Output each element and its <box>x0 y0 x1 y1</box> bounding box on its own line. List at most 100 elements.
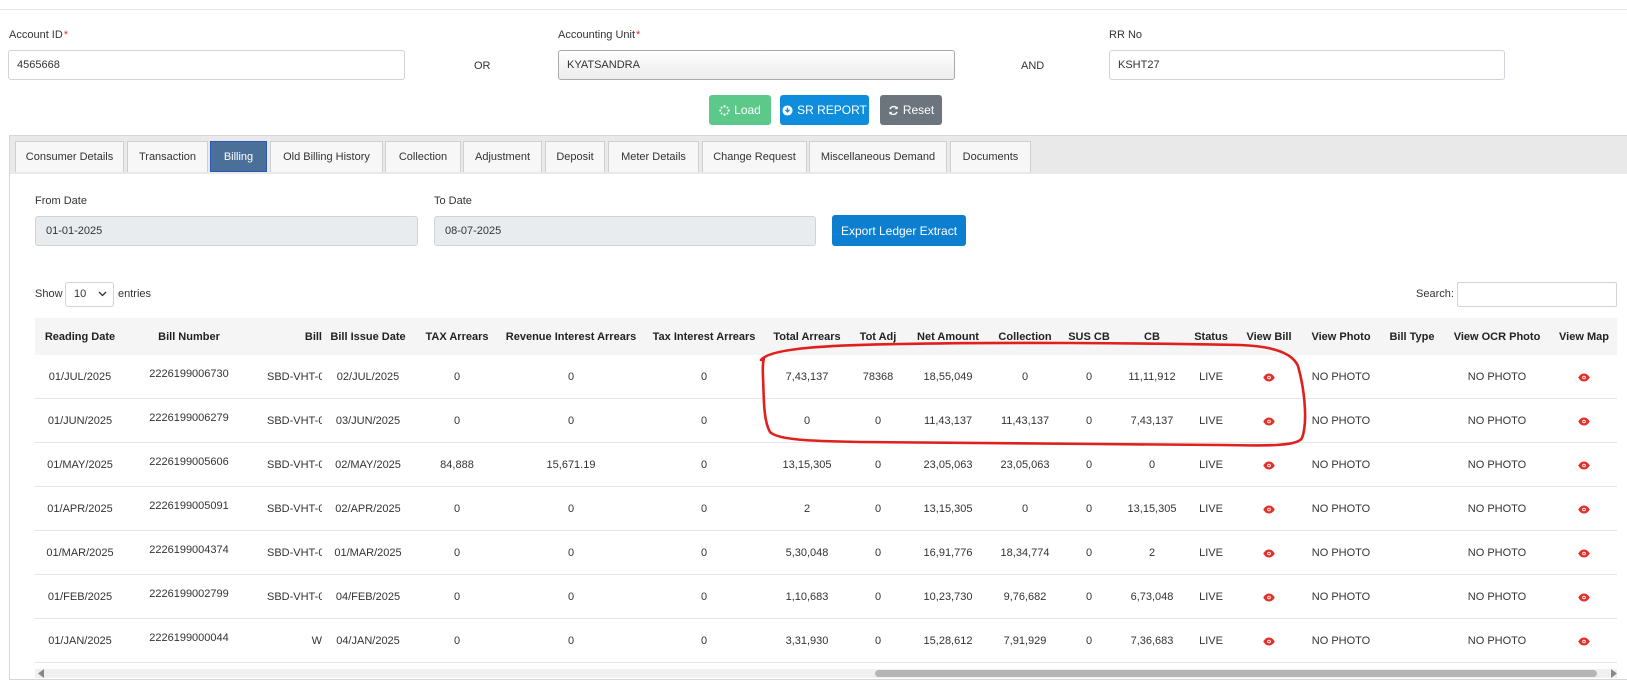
cell-bill-number: 2226199006730 <box>149 368 229 380</box>
cell-tot-adj: 0 <box>874 591 882 603</box>
view-bill-eye-icon[interactable] <box>1263 505 1275 514</box>
col-header-status[interactable]: Status <box>1194 331 1228 343</box>
top-divider <box>0 9 1627 10</box>
export-ledger-extract-button[interactable]: Export Ledger Extract <box>832 215 966 246</box>
cell-tax-interest-arrears: 0 <box>700 635 708 647</box>
tab-adjustment[interactable]: Adjustment <box>463 141 542 172</box>
tab-old-billing-history[interactable]: Old Billing History <box>270 141 383 172</box>
col-header-tax-interest-arrears[interactable]: Tax Interest Arrears <box>653 331 756 343</box>
tab-consumer-details[interactable]: Consumer Details <box>15 141 124 172</box>
view-bill-eye-icon[interactable] <box>1263 373 1275 382</box>
download-circle-icon <box>782 104 793 116</box>
col-header-view-map[interactable]: View Map <box>1559 331 1609 343</box>
cell-revenue-interest-arrears: 0 <box>567 503 575 515</box>
cell-bill-number: 2226199005091 <box>149 500 229 512</box>
view-map-eye-icon[interactable] <box>1578 461 1590 470</box>
cell-bill: SBD-VHT-0 <box>267 503 322 515</box>
cell-total-arrears: 5,30,048 <box>785 547 829 559</box>
account-id-input[interactable]: 4565668 <box>8 50 405 80</box>
view-map-eye-icon[interactable] <box>1578 593 1590 602</box>
col-header-bill-issue-date[interactable]: Bill Issue Date <box>330 331 405 343</box>
view-map-eye-icon[interactable] <box>1578 505 1590 514</box>
cell-bill: SBD-VHT-0 <box>267 459 322 471</box>
tab-collection[interactable]: Collection <box>385 141 461 172</box>
cell-bill-issue-date: 02/JUL/2025 <box>336 371 400 383</box>
accounting-unit-select[interactable]: KYATSANDRA <box>558 50 955 80</box>
view-map-eye-icon[interactable] <box>1578 373 1590 382</box>
col-header-reading-date[interactable]: Reading Date <box>45 331 115 343</box>
cell-total-arrears: 2 <box>803 503 811 515</box>
view-bill-eye-icon[interactable] <box>1263 417 1275 426</box>
tab-meter-details[interactable]: Meter Details <box>608 141 699 172</box>
col-header-collection[interactable]: Collection <box>998 331 1051 343</box>
view-bill-eye-icon[interactable] <box>1263 549 1275 558</box>
cell-tot-adj: 0 <box>874 503 882 515</box>
cell-net-amount: 18,55,049 <box>923 371 973 383</box>
load-button[interactable]: Load <box>709 95 771 125</box>
col-header-view-photo[interactable]: View Photo <box>1311 331 1370 343</box>
tab-transaction[interactable]: Transaction <box>127 141 208 172</box>
and-label: AND <box>1021 60 1045 72</box>
col-header-net-amount[interactable]: Net Amount <box>917 331 979 343</box>
col-header-tax-arrears[interactable]: TAX Arrears <box>426 331 489 343</box>
cell-bill-number: 2226199000044 <box>149 632 229 644</box>
cell-view-ocr-photo: NO PHOTO <box>1467 635 1527 647</box>
scroll-left-icon[interactable] <box>38 669 45 678</box>
col-header-sus-cb[interactable]: SUS CB <box>1068 331 1110 343</box>
cell-bill-number: 2226199002799 <box>149 588 229 600</box>
cell-tax-interest-arrears: 0 <box>700 591 708 603</box>
cell-tax-arrears: 0 <box>453 635 461 647</box>
cell-tax-interest-arrears: 0 <box>700 371 708 383</box>
tab-documents[interactable]: Documents <box>950 141 1031 172</box>
col-header-bill[interactable]: Bill <box>305 331 322 343</box>
view-map-eye-icon[interactable] <box>1578 637 1590 646</box>
cell-view-photo: NO PHOTO <box>1311 591 1371 603</box>
from-date-input[interactable]: 01-01-2025 <box>35 216 418 246</box>
cell-revenue-interest-arrears: 0 <box>567 415 575 427</box>
cell-bill-issue-date: 02/MAY/2025 <box>335 459 401 471</box>
cell-revenue-interest-arrears: 0 <box>567 547 575 559</box>
col-header-bill-number[interactable]: Bill Number <box>158 331 220 343</box>
cell-bill: SBD-VHT-0 <box>267 547 322 559</box>
tab-billing[interactable]: Billing <box>210 141 267 172</box>
col-header-cb[interactable]: CB <box>1144 331 1160 343</box>
cell-net-amount: 10,23,730 <box>923 591 973 603</box>
col-header-total-arrears[interactable]: Total Arrears <box>773 331 840 343</box>
cell-sus-cb: 0 <box>1085 547 1093 559</box>
rr-no-input[interactable]: KSHT27 <box>1109 50 1505 80</box>
tab-miscellaneous-demand[interactable]: Miscellaneous Demand <box>809 141 947 172</box>
view-map-eye-icon[interactable] <box>1578 549 1590 558</box>
cell-status: LIVE <box>1199 635 1223 647</box>
rr-no-label: RR No <box>1109 29 1143 41</box>
scrollbar-thumb[interactable] <box>875 670 1597 677</box>
cell-net-amount: 15,28,612 <box>923 635 973 647</box>
reset-button[interactable]: Reset <box>880 95 942 125</box>
sr-report-button[interactable]: SR REPORT <box>780 95 869 125</box>
to-date-input[interactable]: 08-07-2025 <box>434 216 816 246</box>
view-map-eye-icon[interactable] <box>1578 417 1590 426</box>
or-label: OR <box>474 60 491 72</box>
col-header-tot-adj[interactable]: Tot Adj <box>860 331 897 343</box>
cell-reading-date: 01/JAN/2025 <box>48 635 112 647</box>
view-bill-eye-icon[interactable] <box>1263 637 1275 646</box>
cell-reading-date: 01/MAY/2025 <box>47 459 113 471</box>
scroll-right-icon[interactable] <box>1610 669 1617 678</box>
cell-bill: SBD-VHT-0 <box>267 371 322 383</box>
cell-total-arrears: 0 <box>803 415 811 427</box>
cell-tot-adj: 0 <box>874 415 882 427</box>
col-header-revenue-interest-arrears[interactable]: Revenue Interest Arrears <box>506 331 636 343</box>
tab-change-request[interactable]: Change Request <box>702 141 807 172</box>
cell-view-ocr-photo: NO PHOTO <box>1467 459 1527 471</box>
col-header-view-ocr-photo[interactable]: View OCR Photo <box>1454 331 1541 343</box>
cell-view-photo: NO PHOTO <box>1311 459 1371 471</box>
view-bill-eye-icon[interactable] <box>1263 593 1275 602</box>
tab-deposit[interactable]: Deposit <box>545 141 605 172</box>
view-bill-eye-icon[interactable] <box>1263 461 1275 470</box>
cell-tax-arrears: 0 <box>453 371 461 383</box>
cell-reading-date: 01/APR/2025 <box>47 503 113 515</box>
search-input[interactable] <box>1457 282 1617 307</box>
cell-tot-adj: 0 <box>874 547 882 559</box>
col-header-view-bill[interactable]: View Bill <box>1246 331 1291 343</box>
col-header-bill-type[interactable]: Bill Type <box>1389 331 1434 343</box>
entries-select[interactable]: 10 <box>65 282 114 307</box>
